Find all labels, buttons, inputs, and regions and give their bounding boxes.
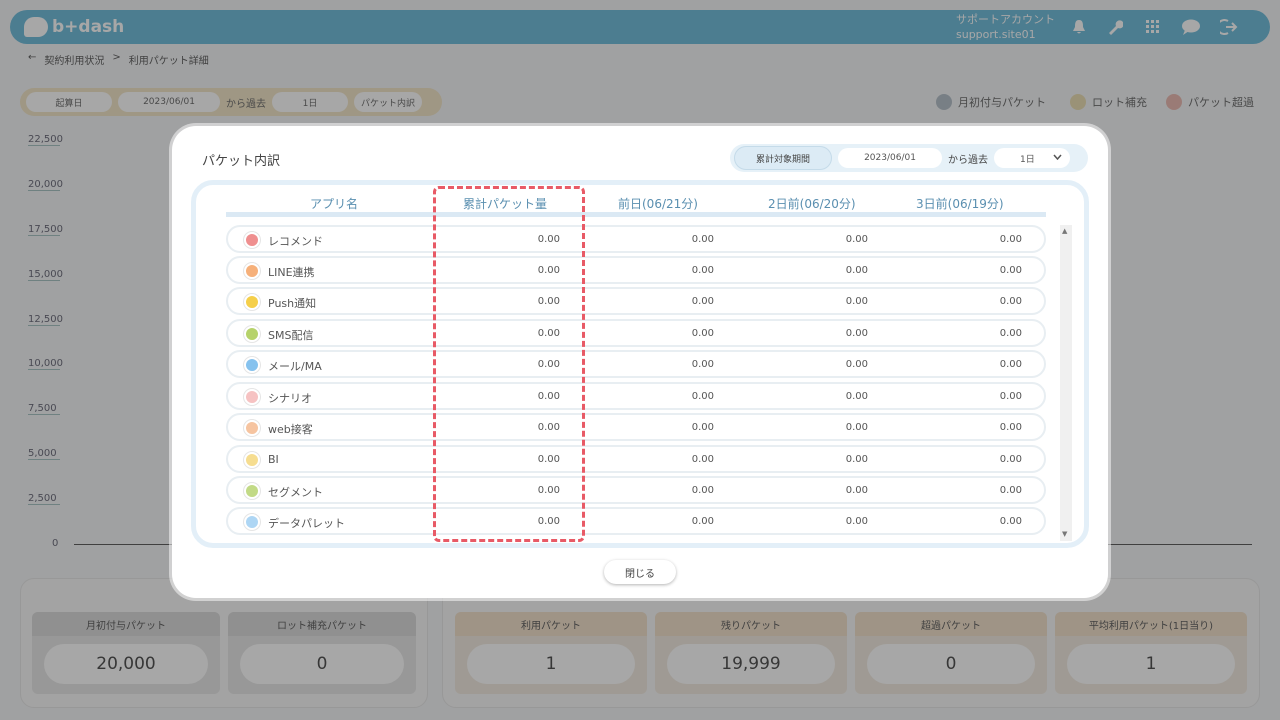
cell-day1: 0.00 [691, 485, 714, 496]
app-color-dot [246, 296, 258, 308]
table-row: LINE連携 0.00 0.00 0.00 0.00 [226, 256, 1046, 284]
cell-day2: 0.00 [845, 265, 868, 276]
highlight-total-column [433, 186, 585, 542]
cell-day2: 0.00 [845, 485, 868, 496]
table-row: レコメンド 0.00 0.00 0.00 0.00 [226, 225, 1046, 253]
app-color-dot [246, 485, 258, 497]
cell-day3: 0.00 [999, 234, 1022, 245]
column-header: 2日前(06/20分) [768, 197, 856, 211]
cell-day3: 0.00 [999, 454, 1022, 465]
from-past-label: から過去 [948, 154, 988, 166]
app-name: シナリオ [268, 392, 312, 405]
app-name: SMS配信 [268, 329, 314, 342]
table-row: Push通知 0.00 0.00 0.00 0.00 [226, 287, 1046, 315]
cell-day1: 0.00 [691, 454, 714, 465]
app-name: Push通知 [268, 297, 317, 310]
cell-day2: 0.00 [845, 422, 868, 433]
cell-day2: 0.00 [845, 328, 868, 339]
table-row: web接客 0.00 0.00 0.00 0.00 [226, 413, 1046, 441]
app-name: web接客 [268, 423, 313, 436]
cell-day1: 0.00 [691, 391, 714, 402]
period-range-select[interactable]: 1日 [994, 148, 1070, 168]
period-date-input[interactable]: 2023/06/01 [838, 148, 942, 168]
app-color-dot [246, 359, 258, 371]
close-button[interactable]: 閉じる [604, 560, 676, 584]
app-color-dot [246, 265, 258, 277]
column-header: 前日(06/21分) [618, 197, 698, 211]
app-color-dot [246, 328, 258, 340]
app-name: セグメント [268, 486, 323, 499]
cell-day1: 0.00 [691, 516, 714, 527]
table-row: SMS配信 0.00 0.00 0.00 0.00 [226, 319, 1046, 347]
column-header: アプリ名 [310, 197, 359, 211]
cell-day1: 0.00 [691, 422, 714, 433]
cell-day3: 0.00 [999, 296, 1022, 307]
app-color-dot [246, 391, 258, 403]
scroll-down-icon[interactable]: ▼ [1062, 530, 1067, 538]
app-name: BI [268, 453, 279, 466]
app-name: データパレット [268, 517, 345, 530]
period-range-value: 1日 [1020, 154, 1035, 165]
cell-day1: 0.00 [691, 265, 714, 276]
app-color-dot [246, 422, 258, 434]
cell-day3: 0.00 [999, 328, 1022, 339]
cell-day3: 0.00 [999, 359, 1022, 370]
cell-day1: 0.00 [691, 359, 714, 370]
cell-day3: 0.00 [999, 485, 1022, 496]
app-name: LINE連携 [268, 266, 315, 279]
table-row: BI 0.00 0.00 0.00 0.00 [226, 445, 1046, 473]
cell-day3: 0.00 [999, 516, 1022, 527]
app-name: レコメンド [268, 235, 323, 248]
scroll-up-icon[interactable]: ▲ [1062, 227, 1067, 235]
cell-day1: 0.00 [691, 296, 714, 307]
table-row: メール/MA 0.00 0.00 0.00 0.00 [226, 350, 1046, 378]
cell-day2: 0.00 [845, 454, 868, 465]
cell-day2: 0.00 [845, 516, 868, 527]
cell-day1: 0.00 [691, 234, 714, 245]
cell-day1: 0.00 [691, 328, 714, 339]
app-name: メール/MA [268, 360, 322, 373]
chevron-down-icon [1053, 153, 1062, 163]
app-color-dot [246, 234, 258, 246]
cell-day2: 0.00 [845, 391, 868, 402]
packet-breakdown-modal: パケット内訳 累計対象期間 2023/06/01 から過去 1日 アプリ名 累計… [172, 126, 1108, 598]
cell-day2: 0.00 [845, 234, 868, 245]
period-label-button[interactable]: 累計対象期間 [734, 146, 832, 170]
cell-day2: 0.00 [845, 296, 868, 307]
app-color-dot [246, 454, 258, 466]
app-color-dot [246, 516, 258, 528]
table-header: アプリ名 累計パケット量 前日(06/21分) 2日前(06/20分) 3日前(… [226, 195, 1046, 217]
cell-day2: 0.00 [845, 359, 868, 370]
cell-day3: 0.00 [999, 391, 1022, 402]
table-row: セグメント 0.00 0.00 0.00 0.00 [226, 476, 1046, 504]
modal-title: パケット内訳 [202, 154, 281, 169]
column-header: 3日前(06/19分) [916, 197, 1004, 211]
table-row: データパレット 0.00 0.00 0.00 0.00 [226, 507, 1046, 535]
table-row: シナリオ 0.00 0.00 0.00 0.00 [226, 382, 1046, 410]
period-controls: 累計対象期間 2023/06/01 から過去 1日 [730, 144, 1088, 172]
breakdown-table: アプリ名 累計パケット量 前日(06/21分) 2日前(06/20分) 3日前(… [191, 180, 1089, 548]
cell-day3: 0.00 [999, 422, 1022, 433]
table-scrollbar[interactable]: ▲ ▼ [1060, 225, 1072, 541]
cell-day3: 0.00 [999, 265, 1022, 276]
